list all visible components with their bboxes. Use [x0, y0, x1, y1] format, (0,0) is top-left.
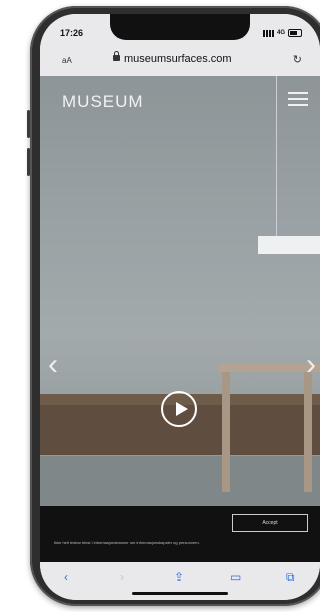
lamp-cord — [276, 76, 277, 236]
notch — [110, 14, 250, 40]
status-bar: 17:26 4G — [40, 14, 320, 46]
floor — [40, 456, 320, 506]
hero-carousel: MUSEUM ‹ › — [40, 76, 320, 506]
text-size-button[interactable]: aA — [62, 56, 72, 65]
chevron-right-icon[interactable]: › — [306, 348, 316, 382]
volume-up-button — [27, 110, 30, 138]
site-logo[interactable]: MUSEUM — [62, 92, 144, 112]
back-icon[interactable]: ‹ — [64, 570, 68, 584]
volume-down-button — [27, 148, 30, 176]
forward-icon[interactable]: › — [120, 570, 124, 584]
address-bar[interactable]: aA museumsurfaces.com ↻ — [40, 46, 320, 76]
tabs-icon[interactable]: ⧉ — [286, 570, 295, 585]
bookmarks-icon[interactable]: ▭ — [230, 570, 241, 584]
side-table — [218, 364, 320, 372]
url-text[interactable]: museumsurfaces.com — [124, 53, 232, 65]
network-label: 4G — [276, 30, 285, 36]
pendant-lamp — [258, 236, 320, 254]
hamburger-menu-icon[interactable] — [288, 92, 308, 106]
home-indicator[interactable] — [132, 592, 228, 595]
battery-icon — [288, 29, 302, 37]
table-leg — [304, 372, 312, 492]
lock-icon — [113, 51, 120, 61]
chevron-left-icon[interactable]: ‹ — [48, 348, 58, 382]
status-time: 17:26 — [60, 28, 84, 38]
share-icon[interactable]: ⇪ — [174, 570, 184, 584]
status-indicators: 4G — [262, 29, 302, 37]
reload-icon[interactable]: ↻ — [293, 53, 302, 66]
table-leg — [222, 372, 230, 492]
cookie-text: Ikke helt lesbar tekst i informasjonsban… — [54, 540, 200, 545]
signal-icon — [262, 29, 274, 37]
accept-cookies-button[interactable]: Accept — [232, 514, 308, 532]
play-icon[interactable] — [161, 391, 197, 427]
cookie-banner: Accept Ikke helt lesbar tekst i informas… — [40, 506, 320, 562]
phone-screen: 17:26 4G aA museumsurfaces.com ↻ MUSEUM … — [40, 14, 320, 600]
